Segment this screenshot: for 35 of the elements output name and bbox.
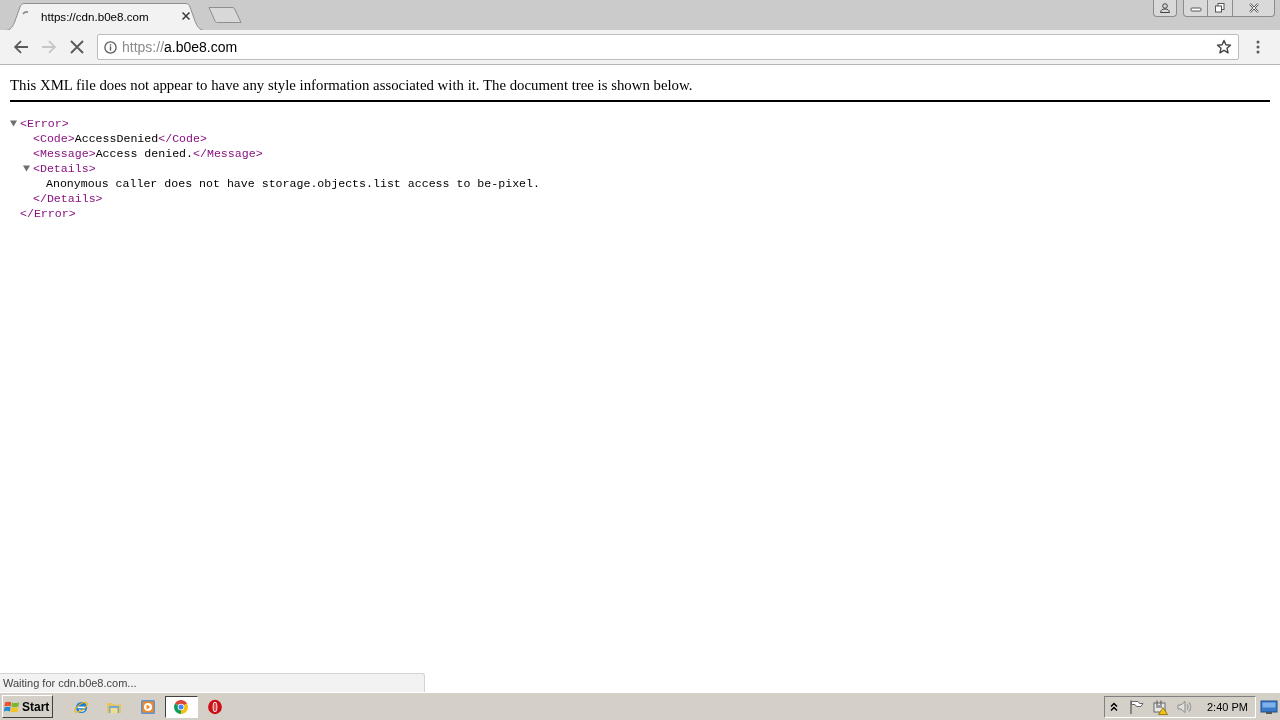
xml-text: Anonymous caller does not have storage.objects.list access to be-pixel.: [46, 176, 540, 191]
chevron-up-icon[interactable]: [1110, 701, 1118, 712]
close-icon: [1247, 3, 1260, 13]
arrow-right-icon: [41, 39, 57, 55]
start-button[interactable]: Start: [2, 695, 53, 718]
xml-notice-text: This XML file does not appear to have any style information associated with it. The document tree is shown below.: [10, 77, 694, 93]
stop-icon: [69, 39, 85, 55]
taskbar-button[interactable]: [164, 695, 198, 718]
status-text: Waiting for cdn.b0e8.com...: [0, 673, 425, 692]
xml-line: <Message>Access denied.</Message>: [33, 146, 263, 161]
flag-icon[interactable]: [1128, 698, 1144, 715]
info-icon[interactable]: [104, 40, 117, 54]
xml-tag: <Error>: [20, 116, 69, 131]
xml-tag: </Details>: [33, 191, 103, 206]
arrow-left-icon: [13, 39, 29, 55]
media-player-icon: [139, 698, 156, 715]
show-desktop-icon[interactable]: [1260, 698, 1278, 715]
close-icon[interactable]: [182, 12, 190, 20]
chrome-icon: [173, 698, 189, 715]
xml-line: <Code>AccessDenied</Code>: [33, 131, 207, 146]
expand-triangle-icon[interactable]: [23, 165, 30, 172]
xml-tag: </Error>: [20, 206, 76, 221]
restore-button[interactable]: [1208, 0, 1233, 17]
restore-icon: [1214, 3, 1226, 13]
xml-tag: <Details>: [33, 161, 96, 176]
star-icon: [1216, 39, 1232, 55]
expand-triangle-icon[interactable]: [10, 120, 17, 127]
clock-text: 2:40 PM: [1207, 700, 1248, 713]
person-icon: [1159, 3, 1171, 13]
browser-tab[interactable]: https://cdn.b0e8.com: [5, 2, 205, 30]
profile-button[interactable]: [1153, 0, 1177, 17]
opera-icon: [206, 698, 223, 715]
network-warning-icon[interactable]: [1152, 698, 1168, 715]
close-window-button[interactable]: [1233, 0, 1275, 17]
menu-icon: [1256, 40, 1260, 54]
